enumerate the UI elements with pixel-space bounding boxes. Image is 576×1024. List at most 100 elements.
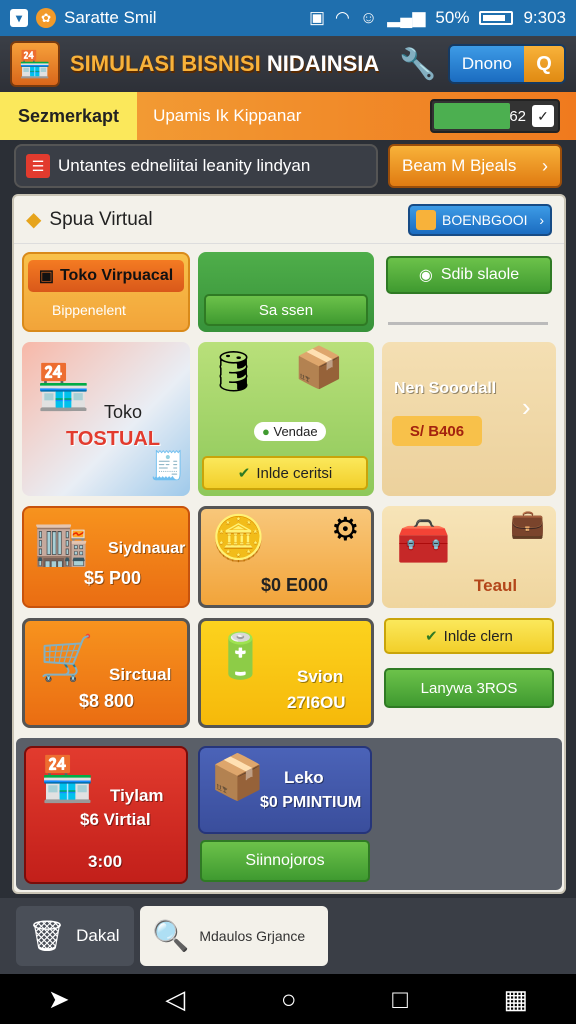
chevron-right-icon[interactable]: › <box>522 392 531 423</box>
search-badge-icon: 🔍 <box>152 919 190 953</box>
card-toko-virtual[interactable]: ▣ Toko Virpuacal Bippenelent <box>22 252 190 332</box>
action-pill-green[interactable]: Lanywa 3ROS <box>384 668 554 708</box>
card-vendor-pill-label: Inlde ceritsi <box>256 464 333 482</box>
wifi-icon: ◠ <box>335 8 350 27</box>
card-siydnauar[interactable]: 🏬 Siydnauar $5 P00 <box>22 506 190 608</box>
notice-bar: ☰ Untantes edneliitai leanity lindyan <box>14 144 378 188</box>
action-pill-yellow-label: Inlde clern <box>443 627 513 645</box>
notice-text: Untantes edneliitai leanity lindyan <box>58 156 311 175</box>
chevron-right-icon: › <box>542 155 548 176</box>
card-new-product[interactable]: Nen Sooodall S/ B406 › <box>382 342 556 496</box>
strip-subtitle: Upamis Ik Kippanar <box>153 106 302 125</box>
vendor-chip-label: Vendae <box>273 424 318 439</box>
status-bar: ▾ ✿ Saratte Smil ▣ ◠ ☺ ▂▄▆ 50% 9:303 <box>0 0 576 36</box>
main-panel: ◆ Spua Virtual BOENBGOOI › ▣ Toko Virpua… <box>12 194 566 894</box>
card-price: 27I6OU <box>287 693 346 712</box>
divider <box>388 322 548 325</box>
notice-button-label: Beam M Bjeals <box>402 156 517 175</box>
check-circle-icon: ● <box>262 424 270 439</box>
panel-header: ◆ Spua Virtual BOENBGOOI › <box>14 196 564 244</box>
card-label-big: TOSTUAL <box>66 428 161 450</box>
price-tag: S/ B406 <box>392 416 482 446</box>
home-icon[interactable]: ○ <box>281 984 297 1015</box>
card-label: Svion <box>297 667 344 686</box>
bottom-tab-bar: 🗑 Dakal 🔍 Mdaulos Grjance <box>0 898 576 974</box>
card-status: ◉ Sdib slaole <box>382 252 556 332</box>
app-title-sub: NIDAINSIA <box>266 51 380 76</box>
progress-bar: 62 ✓ <box>430 99 560 133</box>
receipt-icon: 🧾 <box>150 450 185 481</box>
panel-action-button[interactable]: BOENBGOOI › <box>408 203 552 236</box>
card-sirctual[interactable]: 🛒 Sirctual $8 800 <box>22 618 190 728</box>
card-title: Toko Virpuacal <box>59 267 174 284</box>
card-green-pill[interactable]: Sa ssen <box>204 294 368 326</box>
card-toko-tostual[interactable]: 🏪 Toko TOSTUAL 🧾 <box>22 342 190 496</box>
status-pill-label: Sdib slaole <box>440 266 520 283</box>
card-vendor[interactable]: 🛢 📦 ● Vendae ✔ Inlde ceritsi <box>198 342 374 496</box>
card-label: Toko <box>104 402 143 422</box>
card-tiylam[interactable]: 🏪 Tiylam $6 Virtial 3:00 <box>24 746 188 884</box>
search-icon[interactable]: Q <box>524 46 564 82</box>
card-price: $0 PMINTIUM <box>260 794 362 811</box>
box-icon: ▣ <box>38 268 54 285</box>
market-stall-icon: 🏬 <box>34 519 89 568</box>
info-strip: Sezmerkapt Upamis Ik Kippanar 62 ✓ <box>0 92 576 140</box>
recents-icon[interactable]: □ <box>392 984 408 1015</box>
card-svion[interactable]: 🔋 Svion 27I6OU <box>198 618 374 728</box>
emoji-status-icon: ☺ <box>359 8 378 27</box>
card-vendor-pill[interactable]: ✔ Inlde ceritsi <box>202 456 368 490</box>
check-circle-icon: ◉ <box>418 267 433 284</box>
card-price: $5 P00 <box>84 568 142 588</box>
header-action-button[interactable]: Dnono Q <box>447 44 566 84</box>
trash-icon: 🗑 <box>28 919 67 953</box>
card-green[interactable]: Sa ssen <box>198 252 374 332</box>
boxes-icon: 📦 <box>294 346 344 390</box>
card-label: Teaul <box>474 576 518 595</box>
assistant-icon[interactable]: ➤ <box>48 984 70 1015</box>
tab-label: Dakal <box>76 926 120 945</box>
list-icon: ☰ <box>26 154 50 178</box>
qr-icon[interactable]: ▦ <box>504 984 529 1015</box>
panel-title: Spua Virtual <box>49 208 153 230</box>
action-pill-yellow[interactable]: ✔ Inlde clern <box>384 618 554 654</box>
tag-icon: ◆ <box>26 209 42 231</box>
card-label-sub: $6 Virtial <box>80 810 151 829</box>
notification-icon: ▾ <box>10 9 28 27</box>
toolbox-icon: 🧰 <box>396 517 451 566</box>
strip-tab[interactable]: Sezmerkapt <box>0 92 138 140</box>
card-label: Siydnauar <box>108 540 186 557</box>
card-time: 3:00 <box>88 852 123 871</box>
chevron-right-icon: › <box>539 211 544 228</box>
vendor-chip[interactable]: ● Vendae <box>254 422 326 441</box>
card-teaul[interactable]: 🧰 💼 Teaul <box>382 506 556 608</box>
gift-box-icon: 📦 <box>210 753 265 802</box>
status-time: 9:303 <box>523 8 566 27</box>
panel-action-label: BOENBGOOI <box>442 211 528 228</box>
check-icon[interactable]: ✓ <box>532 105 554 127</box>
gear-icon: ⚙ <box>331 511 360 547</box>
app-title-main: SIMULASI BISNISI <box>70 51 261 76</box>
wrench-icon[interactable]: 🔧 <box>396 42 440 86</box>
shop-logo-icon: 🏪 <box>10 41 60 87</box>
header-action-label: Dnono <box>449 46 524 82</box>
notice-button[interactable]: Beam M Bjeals › <box>388 144 562 188</box>
card-price: $0 E000 <box>261 575 329 595</box>
coin-icon: 🪙 <box>211 514 266 563</box>
card-label: Sirctual <box>109 665 172 684</box>
card-leko-button[interactable]: Siinnojoros <box>200 840 370 882</box>
cylinder-icon: 🛢 <box>208 350 259 394</box>
box-icon <box>416 209 436 230</box>
card-machine[interactable]: 🪙 ⚙ $0 E000 <box>198 506 374 608</box>
progress-value: 62 <box>509 107 526 125</box>
tab-label: Mdaulos Grjance <box>199 928 306 944</box>
card-label: Leko <box>284 768 324 787</box>
card-actions: ✔ Inlde clern Lanywa 3ROS <box>382 618 556 728</box>
app-header: 🏪 SIMULASI BISNISI NIDAINSIA 🔧 Dnono Q <box>0 36 576 92</box>
card-leko[interactable]: 📦 Leko $0 PMINTIUM <box>198 746 372 834</box>
tab-dakal[interactable]: 🗑 Dakal <box>16 906 134 966</box>
tab-mdaulos[interactable]: 🔍 Mdaulos Grjance <box>140 906 328 966</box>
check-icon: ✔ <box>425 628 438 645</box>
back-icon[interactable]: ◁ <box>165 984 185 1015</box>
status-pill[interactable]: ◉ Sdib slaole <box>386 256 552 294</box>
wallet-icon: 💼 <box>510 508 545 539</box>
